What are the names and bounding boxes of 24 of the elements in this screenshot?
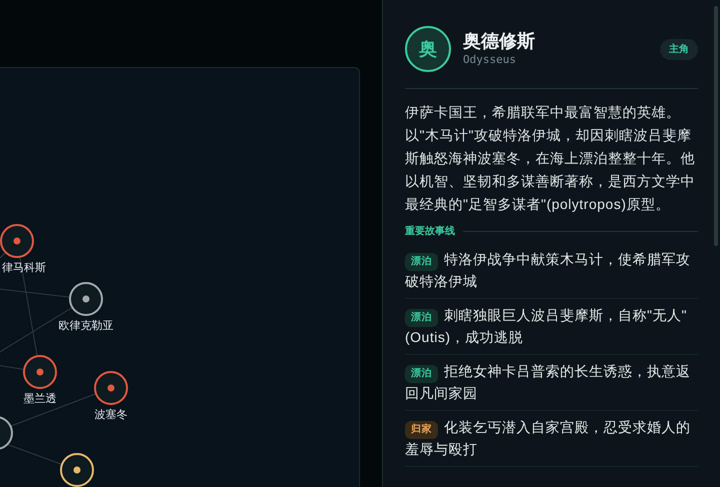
character-node[interactable] [23, 355, 57, 389]
section-title: 重要故事线 [405, 224, 455, 239]
node-label: 律马科斯 [2, 261, 46, 276]
node-label: 墨兰透 [24, 392, 56, 407]
character-node[interactable] [60, 453, 94, 487]
character-node[interactable] [69, 282, 103, 316]
storyline-item: 漂泊 刺瞎独眼巨人波吕斐摩斯，自称"无人"(Outis)，成功逃脱 [405, 299, 698, 355]
character-node[interactable] [94, 371, 128, 405]
avatar: 奥 [405, 26, 451, 72]
storyline-tag: 漂泊 [405, 309, 438, 327]
storyline-tag: 归家 [405, 421, 438, 439]
storyline-item: 漂泊 特洛伊战争中献策木马计，使希腊军攻破特洛伊城 [405, 243, 698, 299]
node-label: 波塞冬 [94, 408, 128, 423]
latin-name: Odysseus [463, 52, 517, 68]
storyline-item: 漂泊 拒绝女神卡吕普索的长生诱惑，执意返回凡间家园 [405, 355, 698, 411]
storyline-item: 归家 化装乞丐潜入自家宫殿，忍受求婚人的羞辱与殴打 [405, 411, 698, 467]
role-tag: 主角 [660, 38, 698, 60]
character-name: 奥德修斯 [463, 30, 536, 52]
storyline-tag: 漂泊 [405, 365, 438, 383]
character-node[interactable] [0, 416, 13, 450]
character-node[interactable] [0, 224, 34, 258]
node-label: 欧律克勒亚 [58, 319, 114, 334]
storyline-tag: 漂泊 [405, 253, 438, 271]
description: 伊萨卡国王，希腊联军中最富智慧的英雄。以"木马计"攻破特洛伊城，却因刺瞎波吕斐摩斯触怒海神波塞冬，在海上漂泊整整十年。他以机智、坚韧和多谋善断著称，是西方文学中最经典的"足智多谋者"(polytropos)原型。 [405, 103, 696, 214]
